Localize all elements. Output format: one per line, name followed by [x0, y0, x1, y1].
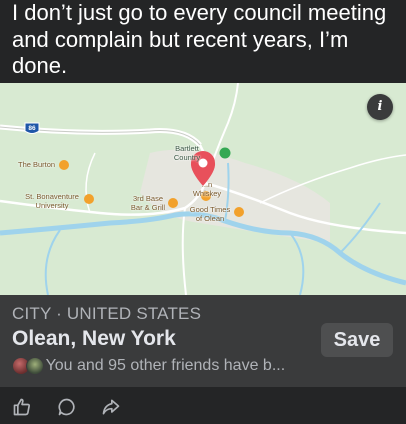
save-button[interactable]: Save	[321, 323, 393, 357]
map-label-bartlett: Bartlett Country	[173, 144, 201, 162]
map-label-the-burton: The Burton	[18, 160, 56, 169]
place-category: CITY · UNITED STATES	[12, 304, 202, 323]
comment-icon[interactable]	[57, 397, 77, 422]
poi-marker-park[interactable]	[219, 147, 231, 159]
map-label-st-bonaventure: St. Bonaventure University	[25, 192, 79, 210]
place-name[interactable]: Olean, New York	[12, 327, 176, 351]
highway-shield: 86	[24, 122, 40, 134]
friend-avatar	[25, 357, 44, 375]
share-icon[interactable]	[101, 397, 121, 422]
poi-marker-third-base[interactable]	[168, 198, 178, 208]
friends-text: You and 95 other friends have b...	[45, 357, 286, 374]
poi-marker-good-times[interactable]	[234, 207, 244, 217]
map-preview[interactable]: 86 The Burton St. Bonaventure University…	[0, 83, 406, 295]
poi-marker-st-bonaventure[interactable]	[84, 194, 94, 204]
map-label-whiskey: ...n Whiskey	[192, 180, 222, 198]
map-label-good-times: Good Times of Olean	[189, 205, 231, 223]
action-bar	[0, 387, 406, 424]
map-label-third-base: 3rd Base Bar & Grill	[130, 194, 166, 212]
friends-row[interactable]: You and 95 other friends have b...	[12, 355, 312, 377]
like-icon[interactable]	[12, 397, 32, 422]
highway-shield-number: 86	[28, 125, 36, 132]
place-card[interactable]: CITY · UNITED STATES Olean, New York You…	[0, 295, 406, 387]
map-info-button[interactable]: i	[367, 94, 393, 120]
poi-marker-the-burton[interactable]	[59, 160, 69, 170]
post-text: I don’t just go to every council meeting…	[12, 0, 387, 78]
